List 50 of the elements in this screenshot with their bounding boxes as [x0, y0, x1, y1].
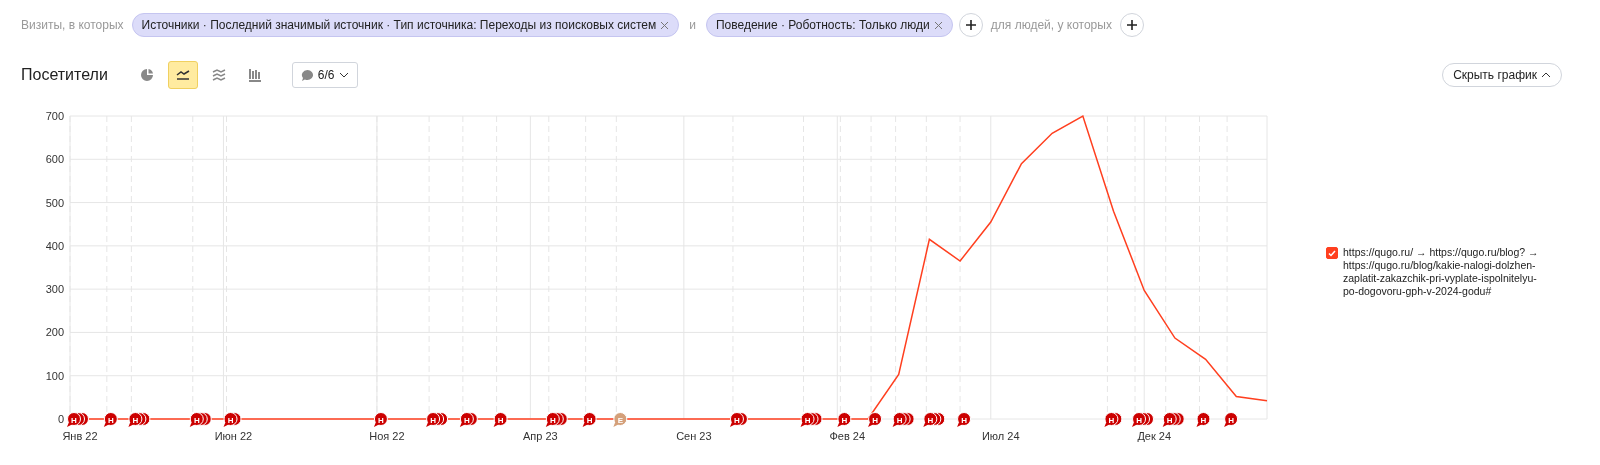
comment-marker[interactable]: Н: [1224, 412, 1239, 427]
speech-bubble-icon: [300, 68, 314, 82]
x-axis-label: Июн 22: [214, 430, 253, 442]
comment-marker[interactable]: Н: [837, 412, 852, 427]
y-axis-label: 700: [45, 110, 64, 122]
x-axis-label: Ноя 22: [369, 430, 405, 442]
y-axis-label: 100: [45, 369, 64, 382]
y-axis-label: 600: [45, 153, 64, 166]
filter-chip[interactable]: Поведение · Роботность: Только люди: [705, 13, 953, 37]
comment-marker[interactable]: Н: [1196, 412, 1211, 427]
comment-marker[interactable]: Н: [868, 412, 883, 427]
filter-chip[interactable]: Источники · Последний значимый источник · Тип источника: Переходы из поисковых систем: [131, 13, 680, 37]
people-filter-label: для людей, у которых: [990, 17, 1112, 34]
x-axis-label: Фев 24: [829, 430, 866, 442]
pie-chart-icon: [139, 68, 154, 82]
stacked-area-icon: [211, 69, 226, 81]
legend-label: https://qugo.ru/ → https://qugo.ru/blog? → https://qugo.ru/blog/kakie-nalogi-dolzhen-zaplatit-zakazchik-pri-vyplate-ispolnitelyu-po-dogovoru-gph-v-2024-godu#: [1343, 246, 1540, 298]
line-chart-icon: [175, 69, 190, 81]
x-axis-label: Дек 24: [1137, 430, 1172, 442]
comment-marker[interactable]: Н: [582, 412, 597, 427]
add-condition-button[interactable]: [958, 13, 983, 37]
x-axis-label: Сен 23: [676, 430, 712, 442]
legend-checkbox[interactable]: [1326, 247, 1338, 259]
chevron-down-icon: [338, 72, 349, 78]
filter-chip-label: Поведение · Роботность: Только люди: [715, 17, 930, 34]
chevron-up-icon: [1541, 72, 1551, 78]
report-title: Посетители: [21, 65, 108, 85]
add-condition-button[interactable]: [1119, 13, 1144, 37]
x-axis-label: Июл 24: [981, 430, 1020, 442]
filter-prefix: Визиты, в которых: [21, 17, 124, 34]
comment-marker[interactable]: Н: [373, 412, 388, 427]
close-icon[interactable]: [660, 20, 670, 30]
chart-type-button[interactable]: [167, 61, 198, 89]
y-axis-label: 400: [45, 239, 64, 252]
comment-marker[interactable]: Н: [103, 412, 118, 427]
filter-chip-label: Источники · Последний значимый источник · Тип источника: Переходы из поисковых систем: [141, 17, 657, 34]
y-axis-label: 500: [45, 196, 64, 209]
filter-joiner: и: [689, 17, 696, 34]
plus-icon: [964, 19, 977, 31]
plus-icon: [1125, 19, 1138, 31]
comments-dropdown[interactable]: 6/6: [291, 62, 358, 88]
comment-marker[interactable]: Н: [493, 412, 508, 427]
comment-marker[interactable]: Н: [957, 412, 972, 427]
x-axis-label: Янв 22: [62, 430, 98, 442]
y-axis-label: 0: [57, 413, 64, 425]
bar-chart-icon: [247, 68, 262, 82]
close-icon[interactable]: [933, 20, 943, 30]
y-axis-label: 300: [45, 283, 64, 296]
x-axis-label: Апр 23: [523, 430, 558, 442]
y-axis-label: 200: [45, 326, 64, 339]
